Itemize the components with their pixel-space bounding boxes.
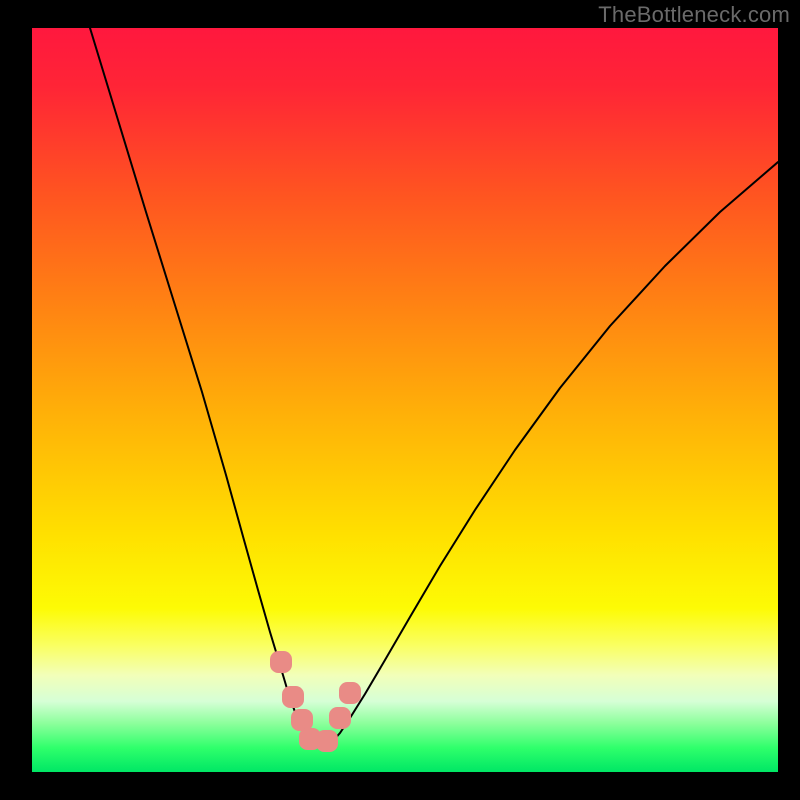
- data-marker: [282, 686, 304, 708]
- data-marker: [316, 730, 338, 752]
- data-marker: [339, 682, 361, 704]
- data-marker: [270, 651, 292, 673]
- plot-background: [32, 28, 778, 772]
- chart-canvas: [0, 0, 800, 800]
- chart-frame: TheBottleneck.com: [0, 0, 800, 800]
- data-marker: [329, 707, 351, 729]
- data-marker: [291, 709, 313, 731]
